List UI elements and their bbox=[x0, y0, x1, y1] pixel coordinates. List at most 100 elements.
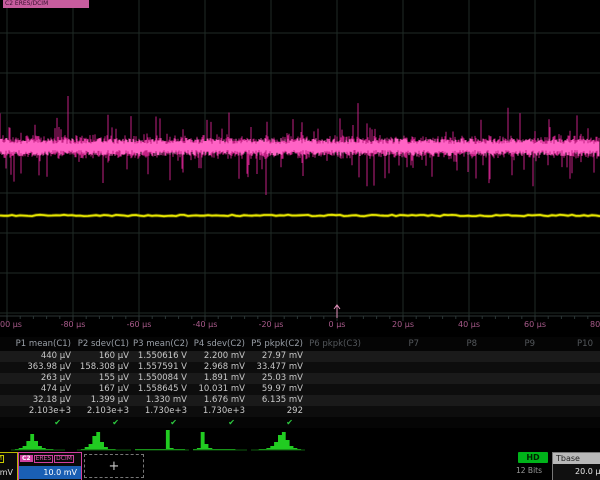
measure-max-P10 bbox=[539, 384, 597, 395]
measure-status-P6 bbox=[307, 417, 365, 428]
measure-value-P9 bbox=[481, 351, 539, 362]
time-tick-label: 40 µs bbox=[458, 320, 480, 329]
measure-status-P8 bbox=[423, 417, 481, 428]
measure-status-P2: ✔ bbox=[75, 417, 133, 428]
measure-sdev-P5: 6.135 mV bbox=[249, 395, 307, 406]
c2-tag: C2 bbox=[20, 455, 33, 462]
histicon-P2[interactable] bbox=[75, 428, 133, 452]
histicon-P6 bbox=[307, 428, 365, 452]
channel-descriptor-c1[interactable]: C1 ERES DCIM 10.0 mV bbox=[0, 452, 18, 480]
measure-status-P3: ✔ bbox=[133, 417, 191, 428]
measure-max-P7 bbox=[365, 384, 423, 395]
measure-sdev-P7 bbox=[365, 395, 423, 406]
measure-mean-P9 bbox=[481, 362, 539, 373]
histicon-P4[interactable] bbox=[191, 428, 249, 452]
time-tick-label: 80 µs bbox=[590, 320, 600, 329]
c2-eres-chip: ERES bbox=[34, 455, 54, 463]
measure-num-P5: 292 bbox=[249, 406, 307, 417]
timebase-value: 20.0 µs/div bbox=[553, 464, 600, 476]
measure-column-header-P1[interactable]: P1 mean(C1) bbox=[0, 337, 75, 351]
measure-mean-P6 bbox=[307, 362, 365, 373]
measure-column-header-P9[interactable]: P9 bbox=[481, 337, 539, 351]
time-tick-label: -100 µs bbox=[0, 320, 22, 329]
c1-trace[interactable] bbox=[0, 215, 600, 216]
histicon-P7 bbox=[365, 428, 423, 452]
measure-mean-P7 bbox=[365, 362, 423, 373]
measure-num-P8 bbox=[423, 406, 481, 417]
measure-min-P1: 263 µV bbox=[0, 373, 75, 384]
measure-sdev-P9 bbox=[481, 395, 539, 406]
measure-mean-P10 bbox=[539, 362, 597, 373]
measure-column-header-P7[interactable]: P7 bbox=[365, 337, 423, 351]
time-tick-label: 20 µs bbox=[392, 320, 414, 329]
measure-mean-P8 bbox=[423, 362, 481, 373]
measure-table: P1 mean(C1)P2 sdev(C1)P3 mean(C2)P4 sdev… bbox=[0, 337, 600, 452]
measure-sdev-P10 bbox=[539, 395, 597, 406]
timebase-descriptor[interactable]: Tbase 20.0 µs/div bbox=[552, 452, 600, 480]
measure-row-num: 2.103e+32.103e+31.730e+31.730e+3292 bbox=[0, 406, 600, 417]
measure-max-P8 bbox=[423, 384, 481, 395]
measure-column-header-P2[interactable]: P2 sdev(C1) bbox=[75, 337, 133, 351]
measure-num-P3: 1.730e+3 bbox=[133, 406, 191, 417]
measure-value-P5: 27.97 mV bbox=[249, 351, 307, 362]
channel-descriptor-c2[interactable]: C2 ERES DCIM 10.0 mV bbox=[18, 452, 82, 480]
time-tick-label: -80 µs bbox=[61, 320, 86, 329]
time-tick-label: -20 µs bbox=[259, 320, 284, 329]
measure-num-P4: 1.730e+3 bbox=[191, 406, 249, 417]
measure-max-P2: 167 µV bbox=[75, 384, 133, 395]
histicon-P3[interactable] bbox=[133, 428, 191, 452]
histicon-P10 bbox=[539, 428, 597, 452]
measure-num-P10 bbox=[539, 406, 597, 417]
histicon-P8 bbox=[423, 428, 481, 452]
measure-max-P5: 59.97 mV bbox=[249, 384, 307, 395]
measure-value-P2: 160 µV bbox=[75, 351, 133, 362]
measure-max-P1: 474 µV bbox=[0, 384, 75, 395]
measure-mean-P2: 158.308 µV bbox=[75, 362, 133, 373]
hd-mode-badge: HD bbox=[518, 452, 548, 463]
plus-icon: + bbox=[109, 459, 120, 474]
measure-value-P10 bbox=[539, 351, 597, 362]
measure-status-P7 bbox=[365, 417, 423, 428]
measure-min-P10 bbox=[539, 373, 597, 384]
time-tick-label: -40 µs bbox=[193, 320, 218, 329]
measure-value-P7 bbox=[365, 351, 423, 362]
c1-volts-per-div: 10.0 mV bbox=[0, 466, 17, 479]
measure-status-P5: ✔ bbox=[249, 417, 307, 428]
time-tick-label: 60 µs bbox=[524, 320, 546, 329]
measure-max-P3: 1.558645 V bbox=[133, 384, 191, 395]
measure-sdev-P6 bbox=[307, 395, 365, 406]
measure-min-P8 bbox=[423, 373, 481, 384]
c2-dcim-chip: DCIM bbox=[54, 455, 74, 463]
measure-mean-P1: 363.98 µV bbox=[0, 362, 75, 373]
measure-row-sdev: 32.18 µV1.399 µV1.330 mV1.676 mV6.135 mV bbox=[0, 395, 600, 406]
measure-status-P9 bbox=[481, 417, 539, 428]
measure-row-min: 263 µV155 µV1.550084 V1.891 mV25.03 mV bbox=[0, 373, 600, 384]
measure-value-P6 bbox=[307, 351, 365, 362]
measure-num-P7 bbox=[365, 406, 423, 417]
measure-column-header-P8[interactable]: P8 bbox=[423, 337, 481, 351]
measure-mean-P4: 2.968 mV bbox=[191, 362, 249, 373]
measure-status-P1: ✔ bbox=[0, 417, 75, 428]
measure-sdev-P4: 1.676 mV bbox=[191, 395, 249, 406]
add-trace-button[interactable]: + bbox=[84, 454, 144, 478]
measure-column-header-P4[interactable]: P4 sdev(C2) bbox=[191, 337, 249, 351]
time-tick-label: 0 µs bbox=[329, 320, 346, 329]
histicon-P1[interactable] bbox=[0, 428, 75, 452]
measure-min-P3: 1.550084 V bbox=[133, 373, 191, 384]
histicon-P9 bbox=[481, 428, 539, 452]
bit-resolution-label: 12 Bits bbox=[516, 466, 542, 475]
measure-column-header-P5[interactable]: P5 pkpk(C2) bbox=[249, 337, 307, 351]
waveform-plot-area[interactable] bbox=[0, 0, 600, 336]
measure-status-P4: ✔ bbox=[191, 417, 249, 428]
histicon-P5[interactable] bbox=[249, 428, 307, 452]
measure-column-header-P10[interactable]: P10 bbox=[539, 337, 597, 351]
measure-mean-P5: 33.477 mV bbox=[249, 362, 307, 373]
measure-sdev-P3: 1.330 mV bbox=[133, 395, 191, 406]
time-axis-labels: -100 µs-80 µs-60 µs-40 µs-20 µs0 µs20 µs… bbox=[0, 320, 600, 332]
measure-max-P9 bbox=[481, 384, 539, 395]
measure-num-P9 bbox=[481, 406, 539, 417]
measure-status-P10 bbox=[539, 417, 597, 428]
measure-column-header-P6[interactable]: P6 pkpk(C3) bbox=[307, 337, 365, 351]
measure-row-value: 440 µV160 µV1.550616 V2.200 mV27.97 mV bbox=[0, 351, 600, 362]
measure-column-header-P3[interactable]: P3 mean(C2) bbox=[133, 337, 191, 351]
